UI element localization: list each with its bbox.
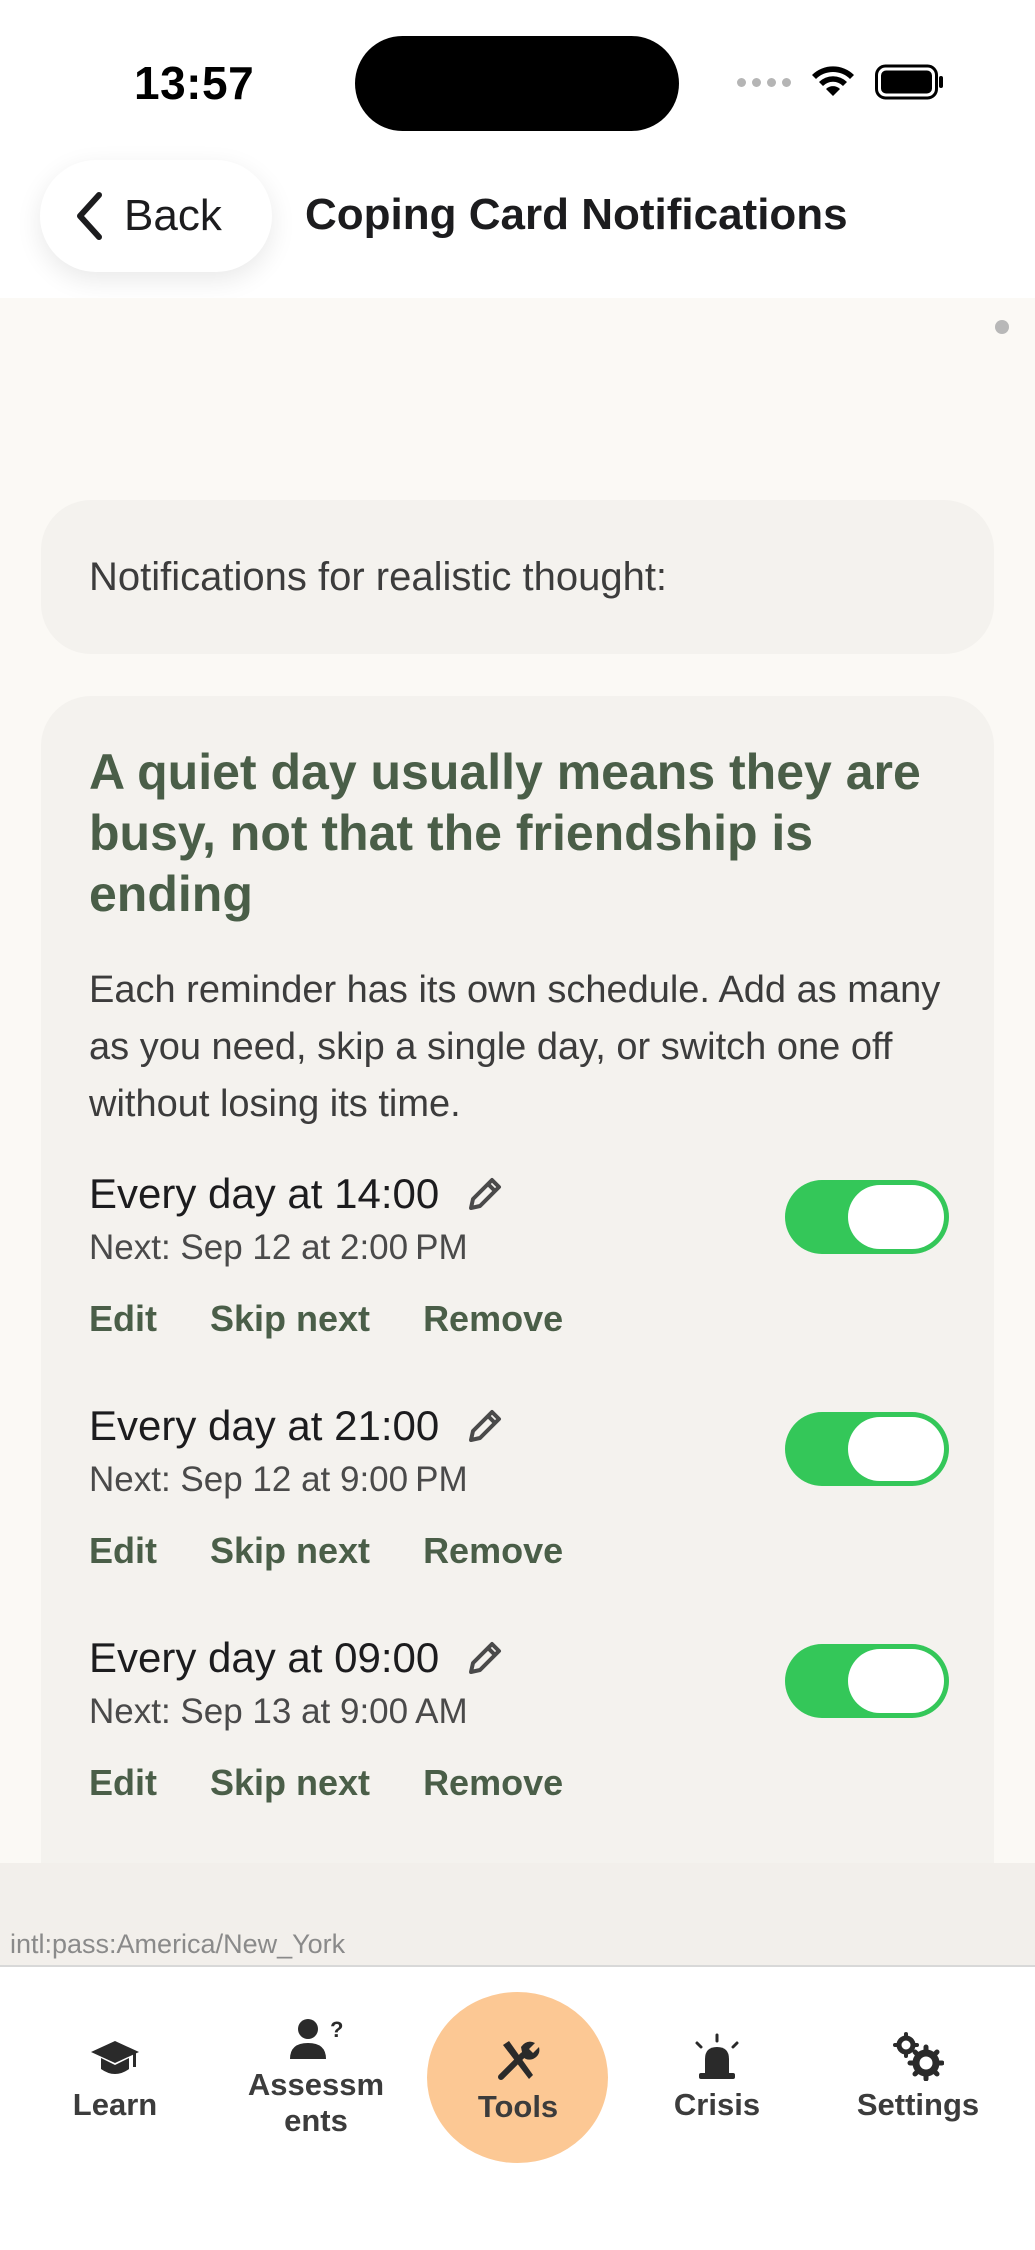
dynamic-island — [355, 36, 679, 131]
tools-icon — [498, 2041, 540, 2080]
tab-assessments[interactable]: ? Assessm ents — [240, 2017, 392, 2139]
pencil-icon[interactable] — [465, 1406, 505, 1446]
svg-text:?: ? — [330, 2017, 343, 2042]
skip-next-button[interactable]: Skip next — [210, 1298, 370, 1340]
wifi-icon — [812, 66, 854, 96]
status-icons — [737, 60, 945, 104]
tab-settings[interactable]: Settings — [848, 2031, 988, 2123]
gears-icon — [893, 2032, 944, 2081]
battery-icon — [875, 64, 943, 100]
reminder-item: Every day at 09:00 Next: Sep 13 at 9:00 … — [89, 1634, 969, 1834]
schedule-description: Each reminder has its own schedule. Add … — [89, 969, 941, 1125]
reminder-toggle[interactable] — [785, 1644, 949, 1718]
skip-next-button[interactable]: Skip next — [210, 1762, 370, 1804]
tab-label: Settings — [856, 2087, 980, 2122]
tab-learn[interactable]: Learn — [55, 2037, 175, 2123]
chevron-left-icon — [77, 192, 102, 240]
timezone-label: intl:pass:America/New_York — [10, 1929, 346, 1959]
notifications-label: Notifications for realistic thought: — [89, 554, 668, 599]
user-question-icon: ? — [290, 2017, 343, 2059]
back-label: Back — [124, 191, 222, 240]
reminder-actions: Edit Skip next Remove — [89, 1530, 563, 1572]
edit-button[interactable]: Edit — [89, 1762, 157, 1804]
reminder-actions: Edit Skip next Remove — [89, 1762, 563, 1804]
remove-button[interactable]: Remove — [423, 1298, 563, 1340]
tab-label: Tools — [477, 2089, 559, 2124]
tab-bar: Learn ? Assessm ents Tools Crisis Settin… — [0, 1967, 1035, 2250]
pencil-icon[interactable] — [465, 1638, 505, 1678]
remove-button[interactable]: Remove — [423, 1530, 563, 1572]
tab-tools[interactable]: Tools — [458, 2037, 578, 2125]
reminder-item: Every day at 14:00 Next: Sep 12 at 2:00 … — [89, 1170, 969, 1370]
content-area: Notifications for realistic thought: A q… — [0, 298, 1035, 1863]
reminder-title: Every day at 14:00 — [89, 1170, 440, 1217]
tab-crisis[interactable]: Crisis — [657, 2033, 777, 2123]
remove-button[interactable]: Remove — [423, 1762, 563, 1804]
pencil-icon[interactable] — [465, 1174, 505, 1214]
page-title: Coping Card Notifications — [305, 190, 848, 239]
nav-header: Back Coping Card Notifications — [0, 150, 1035, 298]
siren-icon — [695, 2033, 739, 2079]
reminder-toggle[interactable] — [785, 1412, 949, 1486]
skip-next-button[interactable]: Skip next — [210, 1530, 370, 1572]
realistic-thought: A quiet day usually means they are busy,… — [89, 744, 921, 922]
reminder-title: Every day at 21:00 — [89, 1402, 440, 1449]
notifications-label-card: Notifications for realistic thought: — [41, 500, 994, 654]
reminder-next-time: Next: Sep 12 at 9:00 PM — [89, 1460, 468, 1499]
status-bar: 13:57 — [0, 0, 1035, 150]
edit-button[interactable]: Edit — [89, 1298, 157, 1340]
scroll-indicator — [995, 320, 1009, 334]
reminder-item: Every day at 21:00 Next: Sep 12 at 9:00 … — [89, 1402, 969, 1602]
reminder-next-time: Next: Sep 13 at 9:00 AM — [89, 1692, 468, 1731]
reminder-title: Every day at 09:00 — [89, 1634, 440, 1681]
graduation-cap-icon — [91, 2041, 139, 2074]
tab-label: Assessm ents — [247, 2067, 385, 2138]
back-button[interactable]: Back — [40, 160, 272, 272]
reminder-next-time: Next: Sep 12 at 2:00 PM — [89, 1228, 468, 1267]
status-time: 13:57 — [134, 57, 255, 109]
reminder-toggle[interactable] — [785, 1180, 949, 1254]
edit-button[interactable]: Edit — [89, 1530, 157, 1572]
timezone-strip: intl:pass:America/New_York — [0, 1863, 1035, 1966]
cellular-signal-icon — [737, 77, 791, 87]
tab-label: Crisis — [673, 2087, 761, 2122]
coping-card: A quiet day usually means they are busy,… — [41, 696, 994, 1863]
tab-label: Learn — [72, 2087, 158, 2122]
reminder-actions: Edit Skip next Remove — [89, 1298, 563, 1340]
